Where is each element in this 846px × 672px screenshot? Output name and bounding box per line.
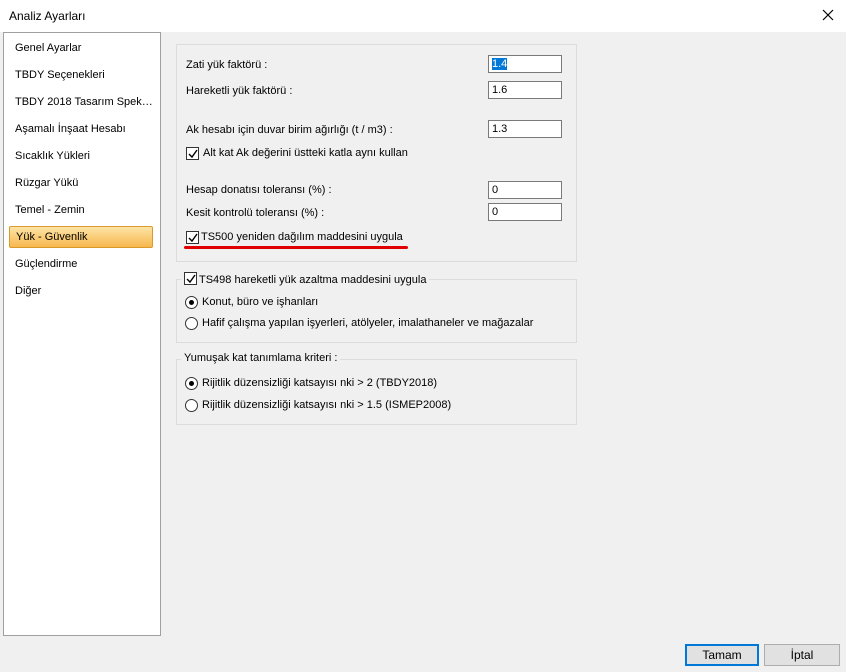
close-icon xyxy=(822,9,834,21)
ts500-redistribution-checkbox[interactable] xyxy=(186,231,199,244)
ts498-group xyxy=(176,279,577,343)
check-icon xyxy=(186,274,196,284)
live-load-factor-input[interactable]: 1.6 xyxy=(488,81,562,99)
section-tolerance-input[interactable]: 0 xyxy=(488,203,562,221)
radio-konut-buro[interactable] xyxy=(185,296,198,309)
soft-story-title: Yumuşak kat tanımlama kriteri : xyxy=(181,352,341,364)
analysis-settings-dialog: Analiz Ayarları Genel Ayarlar TBDY Seçen… xyxy=(0,0,846,672)
hafif-calisma-label: Hafif çalışma yapılan işyerleri, atölyel… xyxy=(202,317,534,329)
radio-hafif-calisma[interactable] xyxy=(185,317,198,330)
check-icon xyxy=(188,233,198,243)
sidebar-item-tbdy-secenekleri[interactable]: TBDY Seçenekleri xyxy=(9,64,153,86)
ismep2008-label: Rijitlik düzensizliği katsayısı nki > 1.… xyxy=(202,399,452,411)
check-icon xyxy=(188,149,198,159)
section-tolerance-label: Kesit kontrolü toleransı (%) : xyxy=(186,207,325,219)
cancel-button[interactable]: İptal xyxy=(764,644,840,666)
ok-button[interactable]: Tamam xyxy=(685,644,759,666)
soft-story-group xyxy=(176,359,577,425)
reinforcement-tolerance-input[interactable]: 0 xyxy=(488,181,562,199)
sidebar-item-genel-ayarlar[interactable]: Genel Ayarlar xyxy=(9,37,153,59)
ts498-label: TS498 hareketli yük azaltma maddesini uy… xyxy=(199,274,427,286)
dead-load-factor-label: Zati yük faktörü : xyxy=(186,59,268,71)
ts500-redistribution-label: TS500 yeniden dağılım maddesini uygula xyxy=(201,231,403,243)
dead-load-factor-input[interactable]: 1.4 xyxy=(488,55,562,73)
live-load-factor-label: Hareketli yük faktörü : xyxy=(186,85,293,97)
sidebar-item-sicaklik-yukleri[interactable]: Sıcaklık Yükleri xyxy=(9,145,153,167)
ts498-group-header: TS498 hareketli yük azaltma maddesini uy… xyxy=(181,272,430,286)
sidebar-item-temel-zemin[interactable]: Temel - Zemin xyxy=(9,199,153,221)
sidebar-item-guclendirme[interactable]: Güçlendirme xyxy=(9,253,153,275)
konut-buro-label: Konut, büro ve işhanları xyxy=(202,296,319,308)
sidebar-item-yuk-guvenlik[interactable]: Yük - Güvenlik xyxy=(9,226,153,248)
window-title: Analiz Ayarları xyxy=(9,9,86,23)
tbdy2018-label: Rijitlik düzensizliği katsayısı nki > 2 … xyxy=(202,377,438,389)
sidebar-item-diger[interactable]: Diğer xyxy=(9,280,153,302)
sidebar-item-tbdy-2018-spektrum[interactable]: TBDY 2018 Tasarım Spektrumu xyxy=(9,91,153,113)
close-button[interactable] xyxy=(810,0,846,32)
radio-ismep2008[interactable] xyxy=(185,399,198,412)
wall-unit-weight-label: Ak hesabı için duvar birim ağırlığı (t /… xyxy=(186,124,393,136)
settings-category-list: Genel Ayarlar TBDY Seçenekleri TBDY 2018… xyxy=(3,32,161,636)
sidebar-item-ruzgar-yuku[interactable]: Rüzgar Yükü xyxy=(9,172,153,194)
same-wall-upper-label: Alt kat Ak değerini üstteki katla aynı k… xyxy=(203,147,408,159)
same-wall-upper-checkbox[interactable] xyxy=(186,147,199,160)
title-bar: Analiz Ayarları xyxy=(0,0,846,32)
radio-tbdy2018[interactable] xyxy=(185,377,198,390)
reinforcement-tolerance-label: Hesap donatısı toleransı (%) : xyxy=(186,184,332,196)
wall-unit-weight-input[interactable]: 1.3 xyxy=(488,120,562,138)
red-underline-annotation xyxy=(184,246,408,249)
sidebar-item-asamali-insaat[interactable]: Aşamalı İnşaat Hesabı xyxy=(9,118,153,140)
ts498-checkbox[interactable] xyxy=(184,272,197,285)
